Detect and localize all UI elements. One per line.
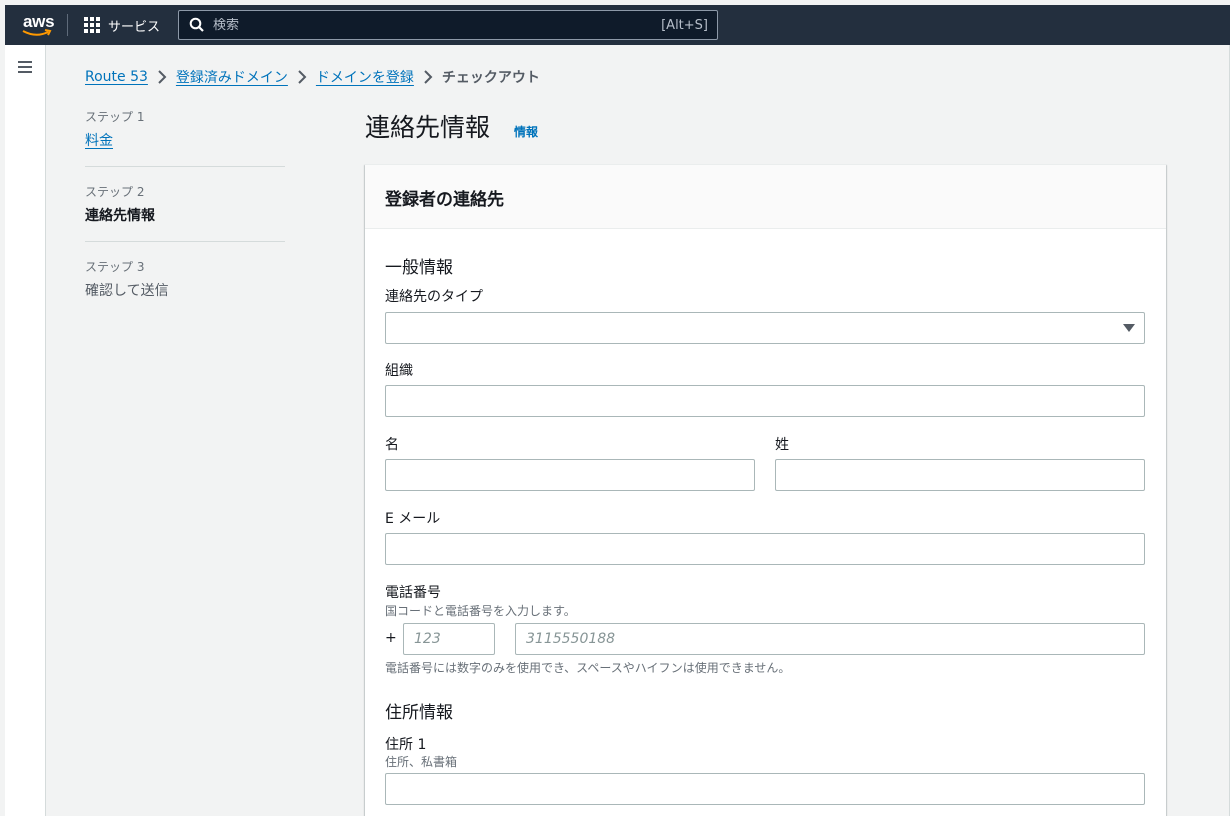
step-number: ステップ 3 xyxy=(85,260,145,274)
step-number: ステップ 2 xyxy=(85,185,145,199)
contact-type-label: 連絡先のタイプ xyxy=(385,289,483,305)
menu-icon[interactable] xyxy=(18,61,32,76)
organization-input[interactable] xyxy=(385,385,1145,417)
address1-input[interactable] xyxy=(385,773,1145,805)
services-label: サービス xyxy=(108,19,161,35)
breadcrumb-registered-domains[interactable]: 登録済みドメイン xyxy=(176,67,288,87)
search-input[interactable] xyxy=(213,17,662,33)
first-name-input[interactable] xyxy=(385,459,755,491)
step-label-review: 確認して送信 xyxy=(85,283,169,299)
breadcrumb: Route 53 登録済みドメイン ドメインを登録 チェックアウト xyxy=(85,67,540,87)
organization-label: 組織 xyxy=(385,363,413,379)
search-box[interactable]: [Alt+S] xyxy=(178,10,718,40)
nav-divider xyxy=(67,14,68,36)
caret-down-icon xyxy=(1123,324,1135,332)
search-icon xyxy=(189,17,205,33)
phone-number-input[interactable] xyxy=(515,623,1145,655)
registrant-contact-container: 登録者の連絡先 一般情報 連絡先のタイプ 組織 名 姓 E メール 電話番号 国… xyxy=(365,164,1166,816)
chevron-right-icon xyxy=(148,70,176,84)
step-2: ステップ 2 連絡先情報 xyxy=(85,167,285,242)
grid-icon xyxy=(84,17,100,33)
last-name-label: 姓 xyxy=(775,437,789,453)
info-link[interactable]: 情報 xyxy=(514,123,538,140)
phone-plus-sign: + xyxy=(385,630,397,646)
step-number: ステップ 1 xyxy=(85,110,145,124)
breadcrumb-route53[interactable]: Route 53 xyxy=(85,69,148,85)
contact-type-select[interactable] xyxy=(385,312,1145,344)
email-label: E メール xyxy=(385,511,441,527)
aws-smile-icon xyxy=(22,29,52,36)
phone-constraint-hint: 電話番号には数字のみを使用でき、スペースやハイフンは使用できません。 xyxy=(385,661,791,675)
breadcrumb-register-domain[interactable]: ドメインを登録 xyxy=(316,67,414,87)
breadcrumb-current: チェックアウト xyxy=(441,70,540,86)
first-name-label: 名 xyxy=(385,437,399,453)
step-label-current: 連絡先情報 xyxy=(85,208,155,224)
country-code-input[interactable] xyxy=(403,623,495,655)
last-name-input[interactable] xyxy=(775,459,1145,491)
side-navigation-rail xyxy=(5,45,46,816)
search-shortcut-hint: [Alt+S] xyxy=(661,17,708,33)
step-1: ステップ 1 料金 xyxy=(85,106,285,167)
address1-label: 住所 1 xyxy=(385,737,427,753)
address1-description: 住所、私書箱 xyxy=(385,755,458,769)
general-info-heading: 一般情報 xyxy=(385,258,453,278)
container-header: 登録者の連絡先 xyxy=(365,165,1166,229)
address-info-heading: 住所情報 xyxy=(385,703,453,723)
top-navigation: aws サービス [Alt+S] xyxy=(5,5,1230,45)
step-3: ステップ 3 確認して送信 xyxy=(85,242,285,300)
wizard-steps: ステップ 1 料金 ステップ 2 連絡先情報 ステップ 3 確認して送信 xyxy=(85,106,285,300)
services-menu-button[interactable]: サービス xyxy=(84,5,160,45)
page-title: 連絡先情報 xyxy=(365,113,491,142)
step-link-pricing[interactable]: 料金 xyxy=(85,130,113,150)
phone-description: 国コードと電話番号を入力します。 xyxy=(385,604,576,618)
chevron-right-icon xyxy=(288,70,316,84)
phone-label: 電話番号 xyxy=(385,585,441,601)
aws-logo[interactable]: aws xyxy=(5,5,67,45)
email-input[interactable] xyxy=(385,533,1145,565)
chevron-right-icon xyxy=(414,70,442,84)
